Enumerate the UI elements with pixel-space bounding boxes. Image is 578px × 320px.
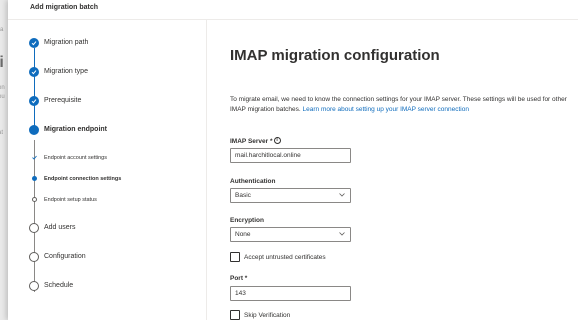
step-pending-icon: [29, 252, 39, 262]
encryption-value: None: [235, 231, 251, 238]
learn-more-link[interactable]: Learn more about setting up your IMAP se…: [303, 106, 469, 113]
background-text-fragment: ra: [0, 27, 4, 33]
encryption-dropdown[interactable]: None: [230, 227, 351, 242]
step-pending-icon: [29, 281, 39, 291]
stepper-rail-complete: [34, 48, 35, 130]
background-text-fragment: on: [0, 85, 5, 91]
step-complete-icon: [29, 67, 39, 77]
wizard-stepper: Migration path Migration type Prerequisi…: [8, 20, 206, 320]
substep-endpoint-account-settings[interactable]: Endpoint account settings: [44, 155, 107, 161]
substep-endpoint-setup-status[interactable]: Endpoint setup status: [44, 197, 97, 203]
step-current-icon: [29, 125, 39, 135]
background-page: ra ti on ou at: [0, 0, 8, 320]
port-input[interactable]: 143: [230, 286, 351, 301]
chevron-down-icon: [339, 193, 345, 197]
step-pending-icon: [29, 223, 39, 233]
authentication-dropdown[interactable]: Basic: [230, 188, 351, 203]
stepper-rail-pending: [34, 140, 35, 292]
step-configuration[interactable]: Configuration: [44, 253, 86, 260]
substep-current-icon: [32, 176, 37, 181]
accept-untrusted-certificates-label: Accept untrusted certificates: [244, 254, 326, 261]
page-title: IMAP migration configuration: [230, 47, 440, 64]
step-complete-icon: [29, 38, 39, 48]
step-migration-endpoint[interactable]: Migration endpoint: [44, 126, 107, 133]
authentication-label: Authentication: [230, 178, 276, 185]
encryption-label: Encryption: [230, 217, 264, 224]
step-add-users[interactable]: Add users: [44, 224, 76, 231]
pane-divider: [206, 20, 207, 320]
chevron-down-icon: [339, 232, 345, 236]
step-prerequisite[interactable]: Prerequisite: [44, 97, 81, 104]
background-text-fragment: ti: [0, 54, 4, 71]
background-text-fragment: ou: [0, 94, 5, 100]
step-migration-path[interactable]: Migration path: [44, 39, 88, 46]
info-icon[interactable]: i: [273, 137, 281, 144]
panel-title: Add migration batch: [30, 4, 99, 11]
skip-verification-label: Skip Verification: [244, 312, 291, 319]
background-text-fragment: at: [0, 130, 4, 136]
substep-pending-icon: [32, 197, 37, 202]
port-label: Port *: [230, 275, 248, 282]
description: To migrate email, we need to know the co…: [230, 95, 573, 115]
imap-server-input[interactable]: mail.harchitlocal.online: [230, 148, 351, 163]
required-mark: *: [270, 138, 273, 145]
migration-panel: Add migration batch Migration path Migra…: [8, 0, 578, 320]
authentication-value: Basic: [235, 192, 251, 199]
step-complete-icon: [29, 96, 39, 106]
step-schedule[interactable]: Schedule: [44, 282, 73, 289]
imap-server-label: IMAP Server * i: [230, 137, 281, 145]
accept-untrusted-certificates-checkbox[interactable]: [230, 252, 240, 262]
imap-server-label-text: IMAP Server: [230, 138, 269, 145]
substep-complete-icon: [32, 155, 37, 160]
skip-verification-checkbox[interactable]: [230, 310, 240, 320]
step-migration-type[interactable]: Migration type: [44, 68, 88, 75]
substep-endpoint-connection-settings[interactable]: Endpoint connection settings: [44, 176, 121, 182]
